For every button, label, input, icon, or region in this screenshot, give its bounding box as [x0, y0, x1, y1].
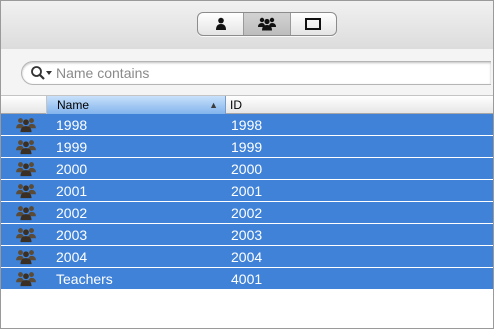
group-icon	[257, 17, 276, 31]
toolbar	[1, 1, 493, 49]
group-icon	[15, 227, 37, 243]
group-icon	[15, 117, 37, 133]
computers-segment[interactable]	[291, 13, 336, 35]
group-icon	[15, 205, 37, 221]
group-icon	[15, 271, 37, 287]
group-id: 2000	[231, 161, 263, 177]
group-icon	[15, 249, 37, 265]
sort-ascending-icon: ▲	[209, 100, 218, 110]
icon-column-header[interactable]	[1, 96, 47, 114]
group-name: 1999	[56, 139, 88, 155]
group-list-table: Name ▲ ID 1998 1998 1999 1999 2000 2000	[1, 95, 493, 290]
view-type-segmented-control	[197, 12, 337, 36]
id-column-header[interactable]: ID	[226, 96, 493, 114]
computer-icon	[305, 18, 322, 30]
group-icon	[15, 139, 37, 155]
search-menu-button[interactable]	[22, 62, 56, 84]
id-column-label: ID	[230, 98, 242, 112]
table-row[interactable]: 2000 2000	[1, 158, 493, 180]
group-name: Teachers	[56, 271, 113, 287]
table-row[interactable]: 2003 2003	[1, 224, 493, 246]
user-icon	[215, 17, 226, 30]
group-name: 1998	[56, 117, 88, 133]
group-id: 1999	[231, 139, 263, 155]
group-name: 2004	[56, 249, 88, 265]
table-body: 1998 1998 1999 1999 2000 2000 2001 2001 …	[1, 114, 493, 290]
group-id: 1998	[231, 117, 263, 133]
group-id: 2002	[231, 205, 263, 221]
group-name: 2002	[56, 205, 88, 221]
users-segment[interactable]	[198, 13, 245, 35]
name-column-label: Name	[57, 98, 90, 112]
group-id: 2003	[231, 227, 263, 243]
group-icon	[15, 183, 37, 199]
group-id: 2004	[231, 249, 263, 265]
group-name: 2003	[56, 227, 88, 243]
search-icon	[31, 66, 52, 80]
name-column-header[interactable]: Name ▲	[47, 96, 226, 114]
search-input[interactable]	[56, 63, 456, 83]
group-icon	[15, 161, 37, 177]
group-name: 2001	[56, 183, 88, 199]
group-browser-window: Name ▲ ID 1998 1998 1999 1999 2000 2000	[0, 0, 494, 329]
search-field[interactable]	[21, 61, 491, 85]
table-row[interactable]: 2002 2002	[1, 202, 493, 224]
search-bar	[1, 49, 493, 95]
table-header: Name ▲ ID	[1, 95, 493, 114]
group-name: 2000	[56, 161, 88, 177]
table-row[interactable]: 2001 2001	[1, 180, 493, 202]
group-id: 4001	[231, 271, 263, 287]
groups-segment[interactable]	[244, 13, 291, 35]
table-row[interactable]: 1998 1998	[1, 114, 493, 136]
table-row[interactable]: 1999 1999	[1, 136, 493, 158]
table-row[interactable]: Teachers 4001	[1, 268, 493, 290]
group-id: 2001	[231, 183, 263, 199]
table-row[interactable]: 2004 2004	[1, 246, 493, 268]
